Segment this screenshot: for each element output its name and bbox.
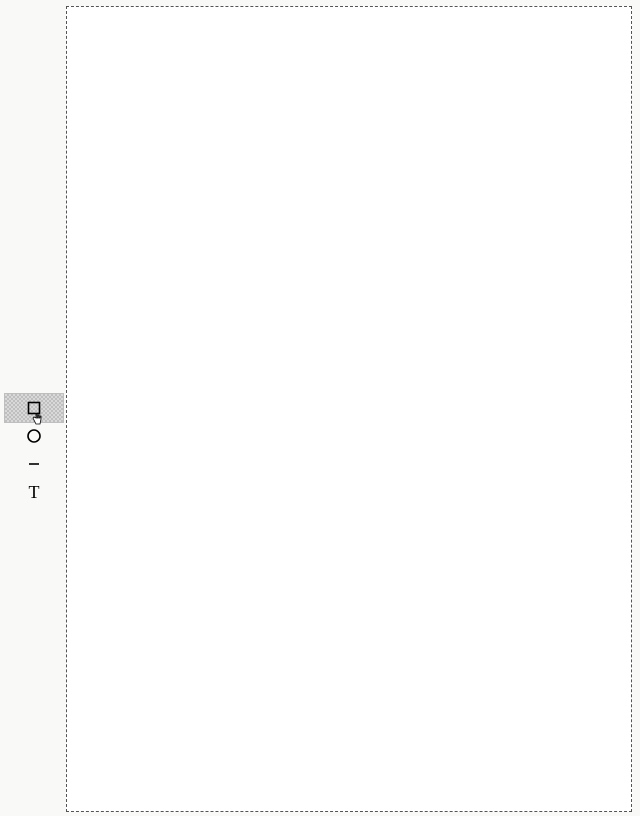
circle-tool[interactable] <box>5 422 63 450</box>
circle-icon <box>26 428 42 444</box>
line-icon <box>27 457 41 471</box>
app-root: T <box>0 0 640 816</box>
line-tool[interactable] <box>5 450 63 478</box>
drawing-canvas[interactable] <box>66 6 632 812</box>
text-icon: T <box>29 483 40 501</box>
text-tool[interactable]: T <box>5 478 63 506</box>
toolbox: T <box>5 394 63 506</box>
rectangle-tool[interactable] <box>5 394 63 422</box>
rectangle-icon <box>27 401 41 415</box>
